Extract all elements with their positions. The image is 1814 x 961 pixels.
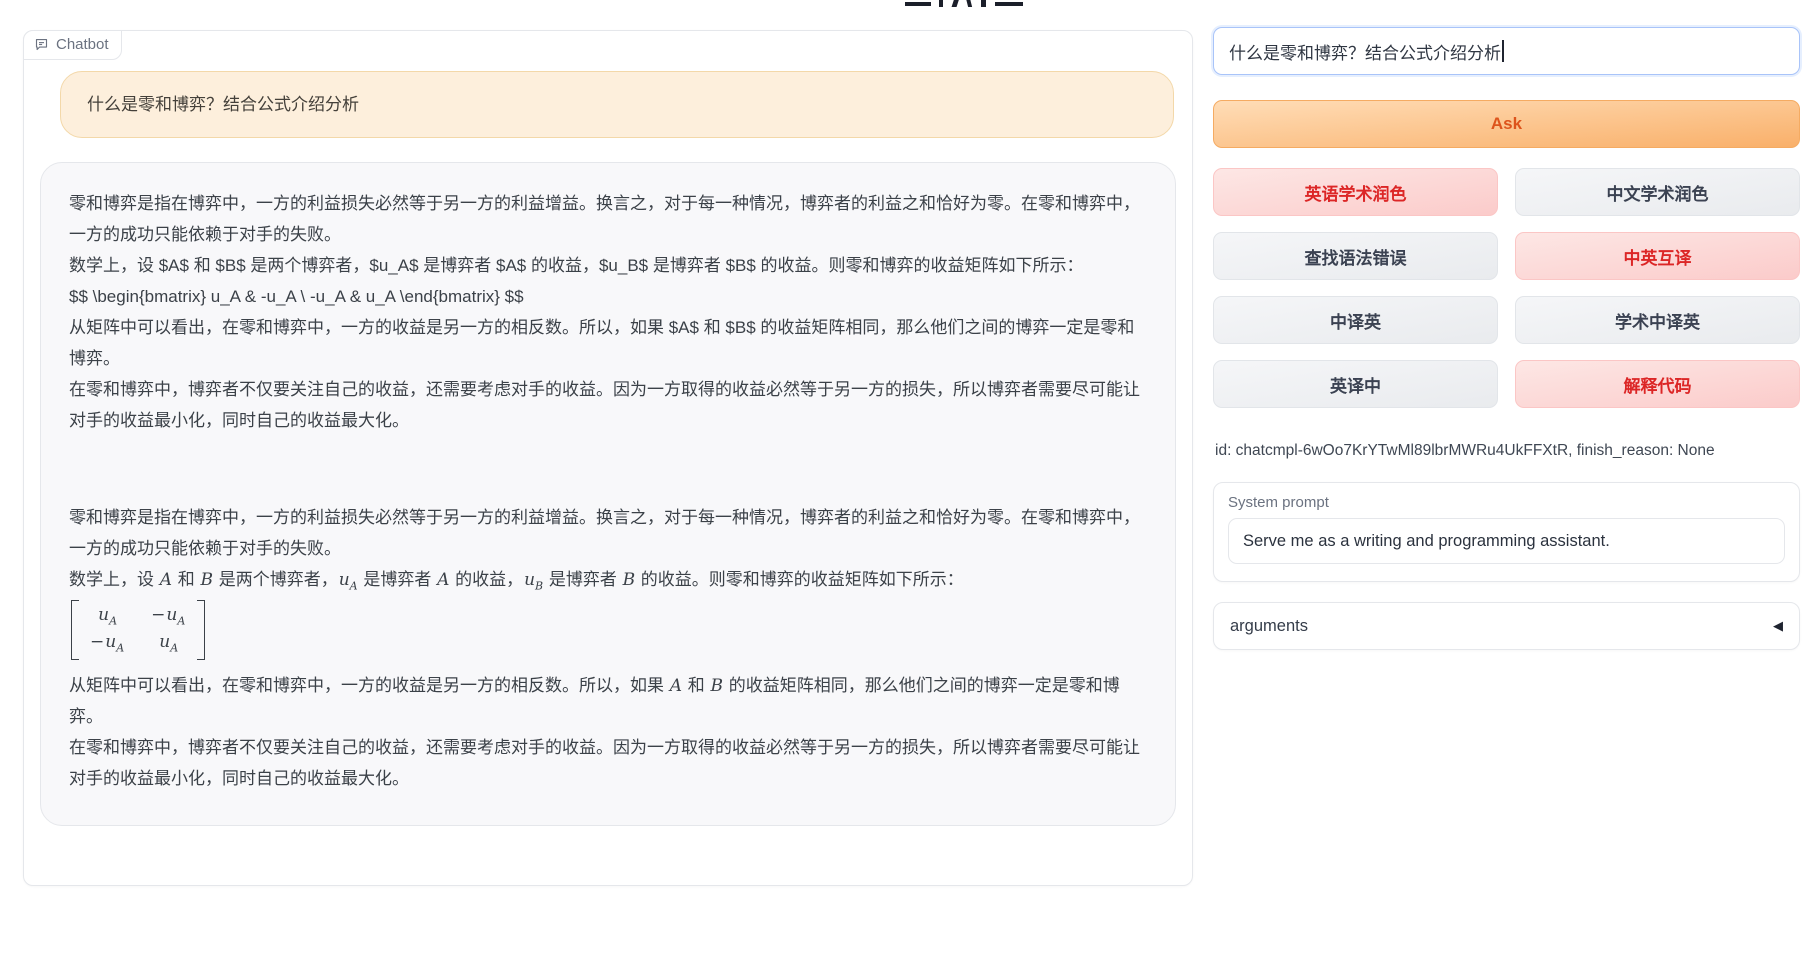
bot-paragraph: 零和博弈是指在博弈中，一方的利益损失必然等于另一方的利益增益。换言之，对于每一种… [69,503,1147,565]
quick-button-解释代码[interactable]: 解释代码 [1515,360,1800,408]
bot-paragraph: 从矩阵中可以看出，在零和博弈中，一方的收益是另一方的相反数。所以，如果 A 和 … [69,671,1147,733]
user-message-text: 什么是零和博弈？结合公式介绍分析 [87,95,359,114]
quick-button-中译英[interactable]: 中译英 [1213,296,1498,344]
bot-paragraph: $$ \begin{bmatrix} u_A & -u_A \ -u_A & u… [69,282,1147,313]
user-message-bubble: 什么是零和博弈？结合公式介绍分析 [60,71,1174,138]
bot-paragraph: 数学上，设 A 和 B 是两个博弈者，uA 是博弈者 A 的收益，uB 是博弈者… [69,565,1147,596]
ask-button-label: Ask [1491,114,1522,134]
chatbot-panel: Chatbot 什么是零和博弈？结合公式介绍分析 零和博弈是指在博弈中，一方的利… [23,30,1193,886]
chat-message-list[interactable]: 什么是零和博弈？结合公式介绍分析 零和博弈是指在博弈中，一方的利益损失必然等于另… [24,31,1192,885]
message-gap [69,437,1147,503]
chatbot-label: Chatbot [23,30,122,60]
arguments-accordion[interactable]: arguments ◀ [1213,602,1800,650]
quick-button-英语学术润色[interactable]: 英语学术润色 [1213,168,1498,216]
bot-paragraph: 在零和博弈中，博弈者不仅要关注自己的收益，还需要考虑对手的收益。因为一方取得的收… [69,375,1147,437]
collapse-arrow-icon: ◀ [1773,618,1783,634]
quick-action-grid: 英语学术润色中文学术润色查找语法错误中英互译中译英学术中译英英译中解释代码 [1213,168,1800,408]
system-prompt-card: System prompt Serve me as a writing and … [1213,482,1800,582]
system-prompt-input[interactable]: Serve me as a writing and programming as… [1228,518,1785,564]
bot-paragraph: 零和博弈是指在博弈中，一方的利益损失必然等于另一方的利益增益。换言之，对于每一种… [69,189,1147,251]
question-input-value: 什么是零和博弈？结合公式介绍分析 [1229,39,1501,64]
bot-message-bubble: 零和博弈是指在博弈中，一方的利益损失必然等于另一方的利益增益。换言之，对于每一种… [40,162,1176,826]
quick-button-学术中译英[interactable]: 学术中译英 [1515,296,1800,344]
bot-message-raw-latex: 零和博弈是指在博弈中，一方的利益损失必然等于另一方的利益增益。换言之，对于每一种… [69,189,1147,437]
quick-button-英译中[interactable]: 英译中 [1213,360,1498,408]
bot-paragraph: 数学上，设 $A$ 和 $B$ 是两个博弈者，$u_A$ 是博弈者 $A$ 的收… [69,251,1147,282]
system-prompt-value: Serve me as a writing and programming as… [1243,532,1610,551]
quick-button-中英互译[interactable]: 中英互译 [1515,232,1800,280]
system-prompt-label: System prompt [1228,494,1785,511]
ask-button[interactable]: Ask [1213,100,1800,148]
bot-paragraph: 从矩阵中可以看出，在零和博弈中，一方的收益是另一方的相反数。所以，如果 $A$ … [69,313,1147,375]
quick-button-查找语法错误[interactable]: 查找语法错误 [1213,232,1498,280]
bot-paragraph: 在零和博弈中，博弈者不仅要关注自己的收益，还需要考虑对手的收益。因为一方取得的收… [69,733,1147,795]
bot-message-rendered: 零和博弈是指在博弈中，一方的利益损失必然等于另一方的利益增益。换言之，对于每一种… [69,503,1147,795]
question-input[interactable]: 什么是零和博弈？结合公式介绍分析 [1213,27,1800,75]
accordion-label: arguments [1230,617,1308,636]
clipped-page-title [905,0,1035,8]
status-line: id: chatcmpl-6wOo7KrYTwMl89lbrMWRu4UkFFX… [1215,442,1800,460]
chat-bubble-icon [34,37,49,52]
chatbot-label-text: Chatbot [56,36,109,53]
quick-button-中文学术润色[interactable]: 中文学术润色 [1515,168,1800,216]
text-cursor [1502,40,1504,62]
rendered-matrix: uA−uA−uAuA [69,596,1147,671]
